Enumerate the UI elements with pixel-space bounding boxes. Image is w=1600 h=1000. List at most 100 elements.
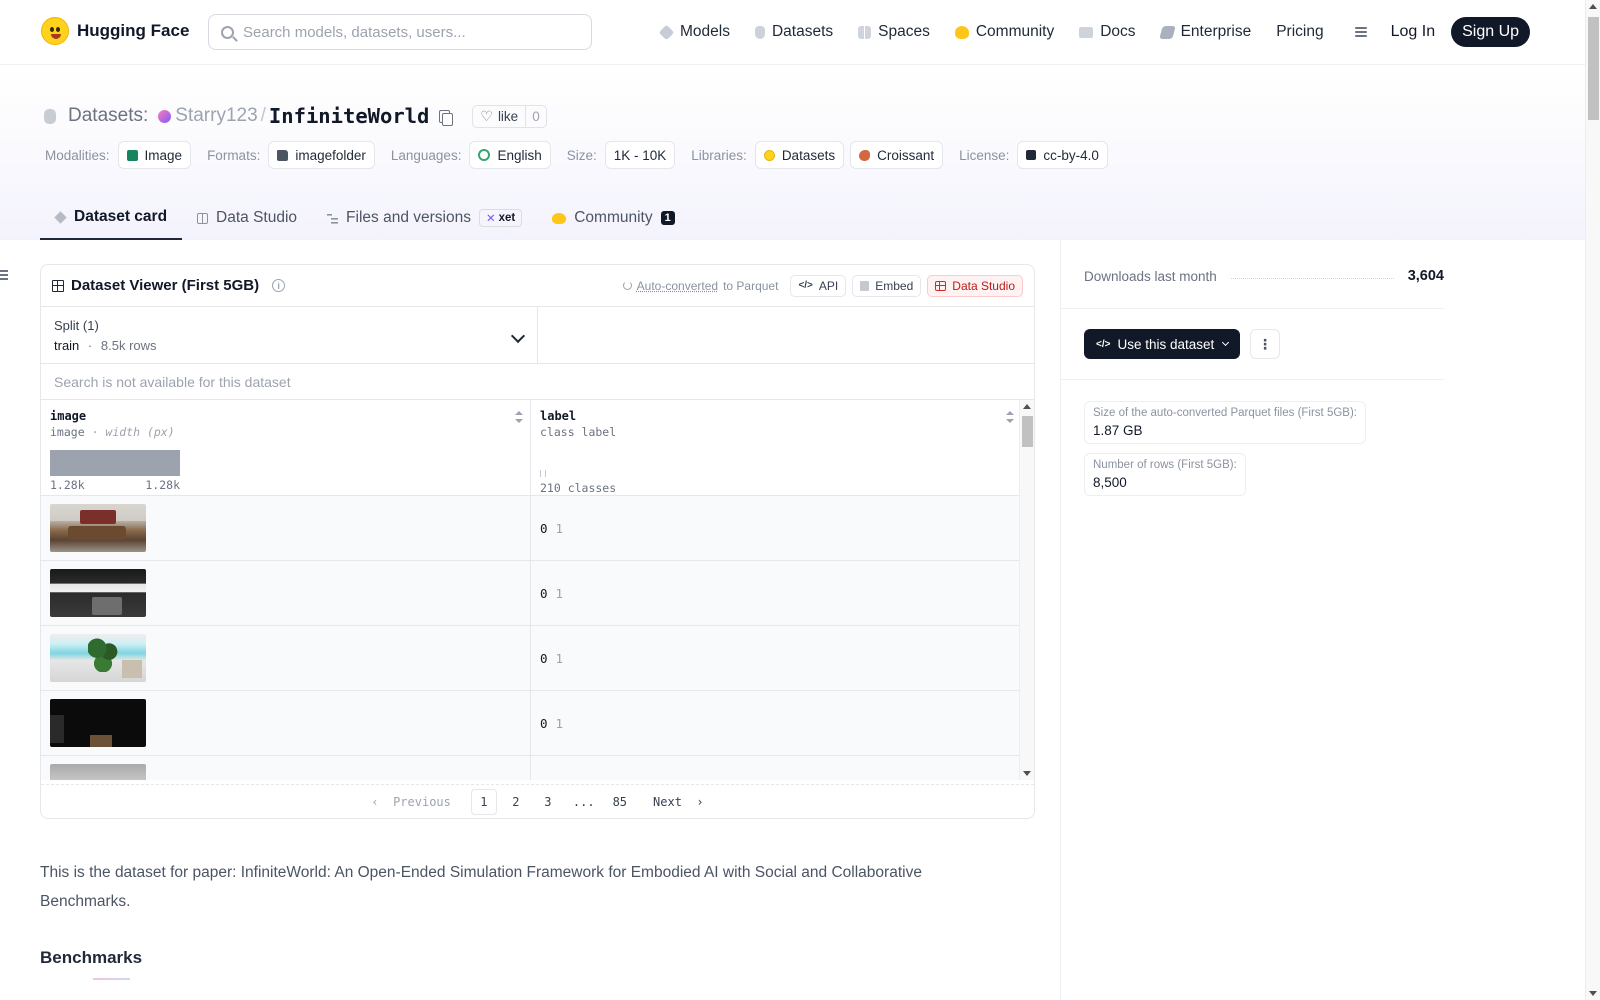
nav-datasets[interactable]: Datasets [754, 17, 833, 47]
hist-max: 1.28k [145, 478, 180, 492]
width-histogram-bar[interactable] [50, 450, 180, 476]
scroll-down-icon[interactable] [1589, 991, 1597, 996]
viewer-header: Dataset Viewer (First 5GB) i Auto-conver… [41, 265, 1034, 307]
tag-library-croissant[interactable]: Croissant [850, 141, 944, 169]
table-row[interactable]: 01 [41, 691, 1021, 756]
dataset-card-icon [54, 210, 67, 224]
code-icon: </> [798, 280, 813, 291]
info-icon[interactable]: i [272, 279, 286, 292]
tab-dataset-card[interactable]: Dataset card [40, 196, 183, 240]
hist-min: 1.28k [50, 478, 85, 492]
globe-icon [478, 149, 491, 161]
page-3-button[interactable]: 3 [535, 789, 561, 815]
like-button[interactable]: ♡ like 0 [472, 104, 547, 128]
scrollbar-thumb[interactable] [1022, 416, 1033, 447]
nav-enterprise[interactable]: Enterprise [1158, 17, 1251, 47]
nav-docs[interactable]: Docs [1079, 17, 1136, 47]
tag-license[interactable]: cc-by-4.0 [1017, 141, 1108, 169]
row-image-thumbnail[interactable] [50, 764, 146, 780]
embed-button[interactable]: Embed [852, 274, 922, 297]
signup-button[interactable]: Sign Up [1451, 17, 1531, 47]
login-link[interactable]: Log In [1391, 23, 1435, 41]
page-ellipsis: ... [572, 794, 595, 809]
row-image-thumbnail[interactable] [50, 504, 146, 552]
owner-link[interactable]: Starry123 [175, 105, 257, 127]
next-page-button[interactable]: Next › [647, 789, 710, 815]
row-image-thumbnail[interactable] [50, 569, 146, 617]
repo-title: Datasets: Starry123 / InfiniteWorld ♡ lik… [44, 104, 547, 128]
column-header-label[interactable]: label class label 210 classes [531, 400, 1021, 496]
auto-converted-note[interactable]: Auto-converted to Parquet [622, 279, 778, 293]
tab-community[interactable]: Community 1 [537, 196, 690, 240]
page-1-button[interactable]: 1 [470, 788, 497, 815]
previous-page-button[interactable]: ‹ Previous [365, 789, 456, 815]
page-2-button[interactable]: 2 [503, 789, 529, 815]
tag-library-datasets[interactable]: Datasets [754, 141, 845, 169]
tab-files-and-versions[interactable]: Files and versions ✕ xet [312, 196, 537, 240]
tag-format-imagefolder[interactable]: imagefolder [268, 141, 375, 169]
brand-logo[interactable]: Hugging Face [41, 17, 189, 45]
like-label: like [497, 108, 519, 124]
sidebar-separator [1061, 308, 1444, 309]
api-button[interactable]: </> API [790, 274, 847, 297]
data-studio-button[interactable]: Data Studio [927, 274, 1023, 297]
tag-modality-image[interactable]: Image [117, 141, 192, 169]
nav-spaces[interactable]: Spaces [858, 17, 930, 47]
viewer-table: image image · width (px) 1.28k 1.28k lab… [41, 400, 1034, 780]
croissant-icon [859, 149, 871, 161]
table-row[interactable]: 01 [41, 496, 1021, 561]
xet-icon: ✕ [485, 213, 496, 225]
more-menu-icon[interactable] [1349, 26, 1367, 38]
sort-icon[interactable] [1006, 411, 1014, 423]
search-input[interactable]: Search models, datasets, users... [208, 14, 592, 50]
top-navbar: Hugging Face Search models, datasets, us… [0, 0, 1585, 65]
code-icon: </> [1096, 338, 1111, 350]
class-distribution-bar[interactable] [540, 470, 546, 477]
sort-icon[interactable] [515, 411, 523, 423]
tag-language-english[interactable]: English [469, 141, 551, 169]
hugging-face-logo-icon [41, 17, 69, 45]
toc-toggle-icon[interactable] [0, 270, 8, 280]
hugging-face-icon [763, 149, 775, 161]
like-count: 0 [525, 105, 546, 127]
split-row: Split (1) train · 8.5k rows [41, 307, 1034, 364]
more-options-button[interactable]: ⋮ [1250, 329, 1280, 359]
scroll-up-icon[interactable] [1589, 4, 1597, 9]
row-image-thumbnail[interactable] [50, 634, 146, 682]
table-icon [52, 279, 64, 292]
table-row[interactable] [41, 756, 1021, 780]
page-85-button[interactable]: 85 [607, 789, 633, 815]
viewer-search-input[interactable]: Search is not available for this dataset [41, 364, 1034, 400]
viewer-title: Dataset Viewer (First 5GB) [71, 277, 260, 294]
downloads-sparkline [1230, 277, 1394, 279]
scroll-up-icon[interactable] [1023, 404, 1031, 409]
section-label[interactable]: Datasets: [68, 105, 148, 127]
folder-icon [277, 149, 289, 161]
tab-data-studio[interactable]: Data Studio [182, 196, 312, 240]
row-image-thumbnail[interactable] [50, 699, 146, 747]
split-select[interactable]: Split (1) train · 8.5k rows [41, 307, 538, 363]
column-header-image[interactable]: image image · width (px) 1.28k 1.28k [41, 400, 531, 496]
community-icon [954, 25, 969, 39]
refresh-icon [622, 281, 632, 290]
scrollbar-thumb[interactable] [1588, 17, 1599, 120]
table-row[interactable]: 01 [41, 626, 1021, 691]
use-this-dataset-button[interactable]: </> Use this dataset [1084, 329, 1241, 359]
nav-pricing[interactable]: Pricing [1276, 17, 1323, 47]
chevron-down-icon [1222, 338, 1230, 347]
page-scrollbar[interactable] [1585, 0, 1600, 1000]
dataset-name[interactable]: InfiniteWorld [269, 104, 429, 128]
split-name: train [54, 338, 80, 353]
tag-size[interactable]: 1K - 10K [604, 141, 676, 169]
scroll-down-icon[interactable] [1023, 771, 1031, 776]
embed-icon [860, 280, 870, 291]
nav-models[interactable]: Models [658, 17, 730, 47]
downloads-label: Downloads last month [1084, 268, 1217, 284]
search-icon [221, 25, 234, 39]
repo-tabs: Dataset card Data Studio Files and versi… [40, 196, 690, 240]
copy-icon[interactable] [439, 109, 454, 126]
community-icon [552, 212, 567, 224]
nav-community[interactable]: Community [954, 17, 1054, 47]
viewer-scrollbar[interactable] [1019, 400, 1034, 780]
table-row[interactable]: 01 [41, 561, 1021, 626]
